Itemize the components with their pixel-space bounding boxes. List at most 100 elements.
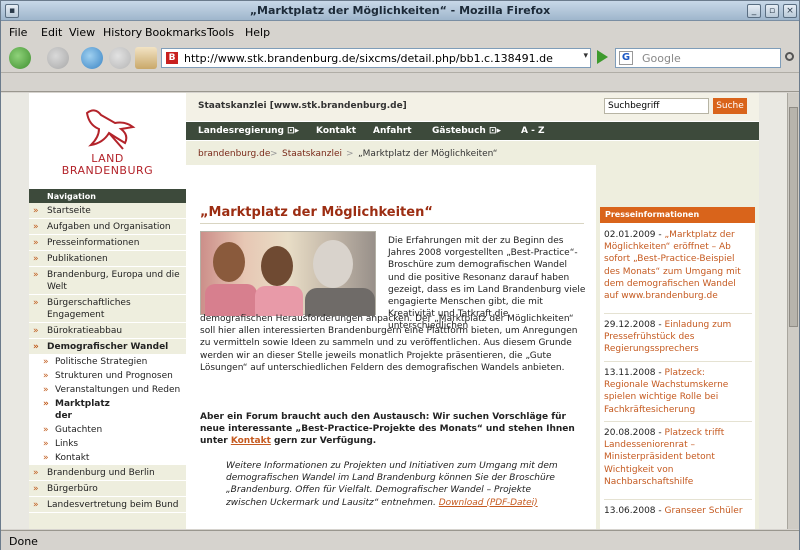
go-icon[interactable]: [597, 50, 608, 64]
breadcrumb-separator: >: [270, 149, 278, 159]
press-link[interactable]: Granseer Schüler: [665, 506, 743, 516]
search-placeholder: Google: [642, 52, 681, 65]
nav-item-publikationen[interactable]: Publikationen: [29, 251, 186, 267]
press-date: 29.12.2008 -: [604, 320, 662, 330]
search-bar[interactable]: G Google: [615, 48, 781, 68]
status-bar: Done: [1, 530, 799, 550]
breadcrumb-brandenburg[interactable]: brandenburg.de: [198, 149, 270, 159]
forum-paragraph: Aber ein Forum braucht auch den Austausc…: [200, 411, 586, 448]
nav-subitem-kontakt[interactable]: Kontakt: [29, 451, 186, 465]
nav-item-buergerbuero[interactable]: Bürgerbüro: [29, 481, 186, 497]
site-search-input[interactable]: Suchbegriff: [604, 98, 709, 114]
menu-help[interactable]: Help: [245, 26, 270, 39]
site-header: Staatskanzlei [www.stk.brandenburg.de] S…: [186, 93, 759, 121]
nav-item-berlin[interactable]: Brandenburg und Berlin: [29, 465, 186, 481]
nav-subitem-gutachten[interactable]: Gutachten: [29, 423, 186, 437]
press-divider: [604, 313, 752, 314]
site-favicon-icon: B: [166, 52, 178, 64]
back-icon[interactable]: [9, 47, 31, 69]
main-content: „Marktplatz der Möglichkeiten“ Die Erfah…: [186, 165, 596, 529]
brochure-paragraph: Weitere Informationen zu Projekten und I…: [226, 460, 566, 509]
search-icon[interactable]: [785, 52, 794, 61]
topnav-a-z[interactable]: A - Z: [521, 126, 545, 136]
right-sidebar: Presseinformationen 02.01.2009 - „Marktp…: [596, 165, 759, 529]
home-icon[interactable]: [135, 47, 157, 69]
scrollbar-thumb[interactable]: [789, 107, 798, 327]
nav-item-presseinformationen[interactable]: Presseinformationen: [29, 235, 186, 251]
minimize-icon[interactable]: _: [747, 4, 761, 18]
page-title: „Marktplatz der Möglichkeiten“: [200, 205, 433, 220]
logo-line-2: BRANDENBURG: [61, 164, 154, 177]
menu-tools[interactable]: Tools: [207, 26, 234, 39]
vertical-scrollbar[interactable]: [787, 93, 799, 529]
press-heading: Presseinformationen: [600, 207, 755, 223]
nav-item-aufgaben[interactable]: Aufgaben und Organisation: [29, 219, 186, 235]
nav-item-europa[interactable]: Brandenburg, Europa und die Welt: [29, 267, 186, 295]
nav-item-buerokratieabbau[interactable]: Bürokratieabbau: [29, 323, 186, 339]
press-date: 13.06.2008 -: [604, 506, 662, 516]
site-search-button[interactable]: Suche: [713, 98, 747, 114]
title-bar: ▪ „Marktplatz der Möglichkeiten“ - Mozil…: [1, 1, 799, 21]
kontakt-link[interactable]: Kontakt: [231, 436, 271, 446]
nav-subitem-links[interactable]: Links: [29, 437, 186, 451]
url-bar[interactable]: B http://www.stk.brandenburg.de/sixcms/d…: [161, 48, 591, 68]
press-item: 13.06.2008 - Granseer Schüler: [604, 505, 752, 517]
menu-view[interactable]: View: [69, 26, 95, 39]
logo-wordmark: LAND BRANDENBURG: [49, 153, 166, 177]
press-date: 02.01.2009 -: [604, 230, 662, 240]
site-name[interactable]: Staatskanzlei [www.stk.brandenburg.de]: [198, 101, 407, 111]
download-pdf-link[interactable]: Download (PDF-Datei): [439, 498, 538, 508]
forward-icon[interactable]: [47, 47, 69, 69]
maximize-icon[interactable]: ▫: [765, 4, 779, 18]
window-title: „Marktplatz der Möglichkeiten“ - Mozilla…: [249, 4, 551, 17]
menu-bookmarks[interactable]: Bookmarks: [145, 26, 206, 39]
nav-item-engagement[interactable]: Bürgerschaftliches Engagement: [29, 295, 186, 323]
web-page: LAND BRANDENBURG Staatskanzlei [www.stk.…: [29, 93, 759, 529]
search-engine-icon[interactable]: G: [619, 51, 633, 65]
navigation-toolbar: B http://www.stk.brandenburg.de/sixcms/d…: [1, 43, 799, 73]
press-link[interactable]: „Marktplatz der Möglichkeiten“ eröffnet …: [604, 230, 741, 301]
menu-file[interactable]: File: [9, 26, 27, 39]
close-icon[interactable]: ×: [783, 4, 797, 18]
stop-icon[interactable]: [109, 47, 131, 69]
breadcrumb-separator: >: [346, 149, 354, 159]
brandenburg-logo[interactable]: LAND BRANDENBURG: [29, 93, 186, 189]
topnav-gaestebuch[interactable]: Gästebuch ⊡▸: [432, 126, 501, 136]
menu-history[interactable]: History: [103, 26, 142, 39]
press-list: 02.01.2009 - „Marktplatz der Möglichkeit…: [600, 223, 755, 529]
reload-icon[interactable]: [81, 47, 103, 69]
nav-subitem-strategien[interactable]: Politische Strategien: [29, 355, 186, 369]
nav-subitem-strukturen[interactable]: Strukturen und Prognosen: [29, 369, 186, 383]
nav-subitem-veranstaltungen[interactable]: Veranstaltungen und Reden: [29, 383, 186, 397]
navigation-heading: Navigation: [29, 189, 186, 203]
left-navigation: Navigation Startseite Aufgaben und Organ…: [29, 189, 186, 529]
url-dropdown-icon[interactable]: ▾: [583, 51, 588, 61]
bookmarks-toolbar: [1, 74, 799, 92]
nav-item-landesvertretung[interactable]: Landesvertretung beim Bund: [29, 497, 186, 513]
press-item: 13.11.2008 - Platzeck: Regionale Wachstu…: [604, 367, 752, 416]
topnav-anfahrt[interactable]: Anfahrt: [373, 126, 412, 136]
topnav-kontakt[interactable]: Kontakt: [316, 126, 356, 136]
nav-item-startseite[interactable]: Startseite: [29, 203, 186, 219]
nav-subitem-marktplatz-active[interactable]: Marktplatz der Möglichkeiten: [29, 397, 186, 433]
press-item: 02.01.2009 - „Marktplatz der Möglichkeit…: [604, 229, 752, 302]
press-divider: [604, 421, 752, 422]
nav-item-demografischer-wandel[interactable]: Demografischer Wandel: [29, 339, 186, 355]
menu-edit[interactable]: Edit: [41, 26, 62, 39]
topnav-landesregierung[interactable]: Landesregierung ⊡▸: [198, 126, 299, 136]
press-item: 29.12.2008 - Einladung zum Pressefrühstü…: [604, 319, 752, 356]
top-navigation: Landesregierung ⊡▸ Kontakt Anfahrt Gäste…: [186, 122, 759, 140]
status-text: Done: [9, 535, 38, 548]
press-item: 20.08.2008 - Platzeck trifft Landessenio…: [604, 427, 752, 488]
article-photo: [200, 231, 376, 316]
breadcrumb: brandenburg.de > Staatskanzlei > „Marktp…: [186, 141, 759, 165]
press-date: 13.11.2008 -: [604, 368, 662, 378]
breadcrumb-current: „Marktplatz der Möglichkeiten“: [358, 149, 498, 159]
title-divider: [200, 223, 584, 224]
url-text: http://www.stk.brandenburg.de/sixcms/det…: [184, 52, 553, 65]
forum-text-end: gern zur Verfügung.: [274, 436, 377, 447]
page-viewport: LAND BRANDENBURG Staatskanzlei [www.stk.…: [1, 93, 787, 529]
breadcrumb-staatskanzlei[interactable]: Staatskanzlei: [282, 149, 342, 159]
press-date: 20.08.2008 -: [604, 428, 662, 438]
intro-continuation: demografischen Herausforderungen anpacke…: [200, 314, 578, 373]
